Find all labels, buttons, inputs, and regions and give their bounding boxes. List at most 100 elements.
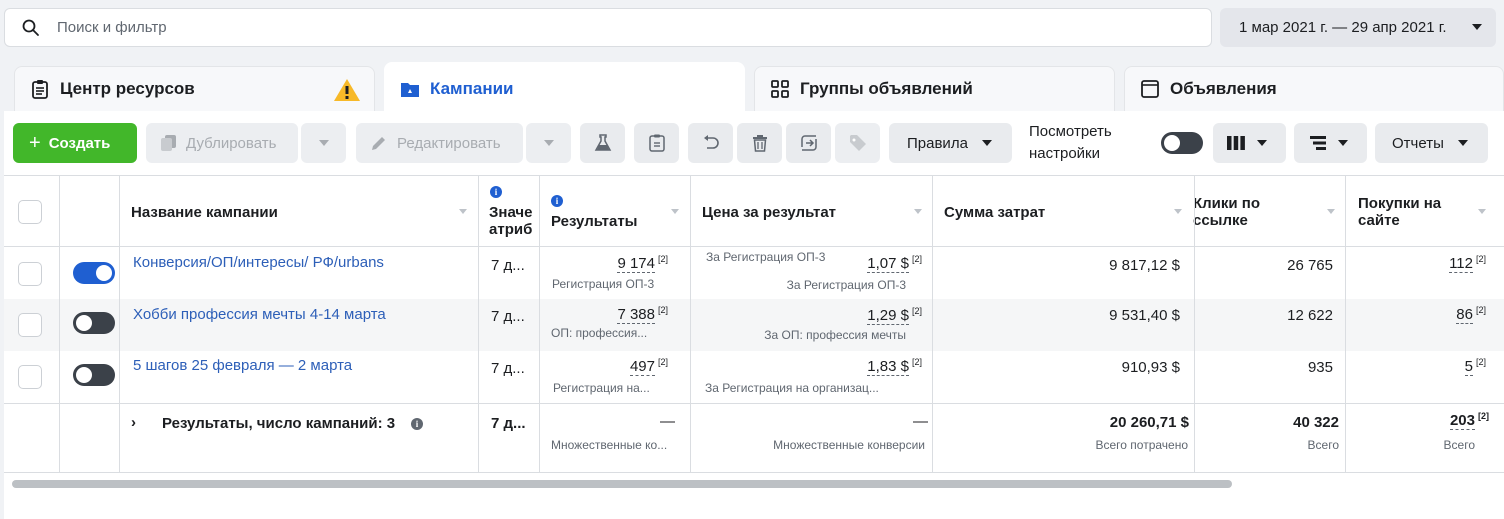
cost-per-result-type: За ОП: профессия мечты xyxy=(764,328,906,342)
summary-purchases[interactable]: 203 [2] xyxy=(1449,411,1489,430)
date-range-picker[interactable]: 1 мар 2021 г. — 29 апр 2021 г. xyxy=(1220,8,1496,47)
summary-link-clicks: 40 322 xyxy=(1293,414,1339,431)
edit-label: Редактировать xyxy=(397,134,501,152)
sort-icon[interactable] xyxy=(459,209,467,214)
breakdown-button[interactable] xyxy=(1294,123,1367,163)
select-all-checkbox[interactable] xyxy=(18,200,42,224)
clipboard-button[interactable] xyxy=(634,123,679,163)
info-icon[interactable]: i xyxy=(551,195,563,207)
purchases-value[interactable]: 86 [2] xyxy=(1456,305,1486,324)
sort-icon[interactable] xyxy=(914,209,922,214)
plus-icon: + xyxy=(29,132,41,154)
summary-amount-spent-sub: Всего потрачено xyxy=(1095,438,1188,452)
purchases-value[interactable]: 112 [2] xyxy=(1449,254,1486,273)
expand-icon[interactable]: › xyxy=(131,414,136,431)
purchases-value[interactable]: 5 [2] xyxy=(1464,357,1486,376)
transfer-button[interactable] xyxy=(786,123,831,163)
results-value[interactable]: 9 174 [2] xyxy=(617,254,668,273)
column-header-name[interactable]: Название кампании xyxy=(131,204,278,221)
row-checkbox[interactable] xyxy=(18,262,42,286)
warning-icon xyxy=(334,79,360,101)
campaign-name-link[interactable]: Хобби профессия мечты 4-14 марта xyxy=(133,306,386,323)
undo-icon xyxy=(703,135,719,149)
campaigns-panel: + Создать Дублировать Редактировать Прав… xyxy=(4,111,1504,519)
sort-icon[interactable] xyxy=(1327,209,1335,214)
delete-button[interactable] xyxy=(737,123,782,163)
summary-attribution: 7 д... xyxy=(491,415,526,432)
column-header-website-purchases[interactable]: Покупки на сайте xyxy=(1358,195,1441,229)
cost-per-result-value[interactable]: 1,29 $ [2] xyxy=(867,306,922,325)
column-header-attribution[interactable]: Значе атриб xyxy=(489,204,532,238)
results-value[interactable]: 497 [2] xyxy=(629,357,668,376)
edit-dropdown[interactable] xyxy=(526,123,571,163)
campaign-name-link[interactable]: Конверсия/ОП/интересы/ РФ/urbans xyxy=(133,254,384,271)
duplicate-label: Дублировать xyxy=(186,134,277,152)
attribution-value: 7 д... xyxy=(491,308,525,325)
swap-icon xyxy=(800,135,817,151)
campaign-toggle-off[interactable] xyxy=(73,364,115,386)
chevron-down-icon xyxy=(1257,140,1267,146)
breakdown-icon xyxy=(1310,136,1326,150)
campaign-toggle-off[interactable] xyxy=(73,312,115,334)
cost-per-result-value[interactable]: 1,07 $ [2] xyxy=(867,254,922,273)
cost-per-result-type: За Регистрация ОП-3 xyxy=(786,278,906,292)
info-icon[interactable]: i xyxy=(490,186,502,198)
reports-button[interactable]: Отчеты xyxy=(1375,123,1488,163)
column-header-cost-per-result[interactable]: Цена за результат xyxy=(702,204,836,221)
tab-label: Центр ресурсов xyxy=(60,79,195,98)
sort-icon[interactable] xyxy=(1174,209,1182,214)
table-row[interactable]: 5 шагов 25 февраля — 2 марта 7 д... 497[… xyxy=(4,351,1504,403)
tab-ad-sets[interactable]: Группы объявлений xyxy=(754,66,1115,112)
summary-purchases-sub: Всего xyxy=(1443,438,1475,452)
column-header-amount-spent[interactable]: Сумма затрат xyxy=(944,204,1045,221)
column-divider xyxy=(1194,175,1195,473)
tab-resource-center[interactable]: Центр ресурсов xyxy=(14,66,375,112)
column-divider xyxy=(478,175,479,473)
search-input[interactable] xyxy=(57,19,1157,36)
tab-label: Кампании xyxy=(430,79,514,98)
campaign-name-link[interactable]: 5 шагов 25 февраля — 2 марта xyxy=(133,357,352,374)
columns-button[interactable] xyxy=(1213,123,1286,163)
rules-button[interactable]: Правила xyxy=(889,123,1012,163)
sort-icon[interactable] xyxy=(1478,209,1486,214)
table-row[interactable]: Хобби профессия мечты 4-14 марта 7 д... … xyxy=(4,299,1504,351)
duplicate-dropdown[interactable] xyxy=(301,123,346,163)
chevron-down-icon xyxy=(1457,140,1468,146)
amount-spent-value: 910,93 $ xyxy=(1121,359,1180,376)
rules-label: Правила xyxy=(907,134,968,152)
column-header-results[interactable]: Результаты xyxy=(551,213,637,230)
cost-per-result-value[interactable]: 1,83 $ [2] xyxy=(867,357,922,376)
folder-icon xyxy=(401,83,419,97)
search-icon xyxy=(22,19,39,36)
summary-row: › Результаты, число кампаний: 3 i 7 д...… xyxy=(4,403,1504,473)
row-checkbox[interactable] xyxy=(18,365,42,389)
info-icon[interactable]: i xyxy=(411,418,423,430)
summary-link-clicks-sub: Всего xyxy=(1307,438,1339,452)
row-checkbox[interactable] xyxy=(18,313,42,337)
view-settings-toggle[interactable] xyxy=(1161,132,1203,154)
results-type: ОП: профессия... xyxy=(551,326,648,340)
sort-icon[interactable] xyxy=(671,209,679,214)
column-divider xyxy=(690,175,691,473)
search-bar[interactable] xyxy=(4,8,1212,47)
edit-button[interactable]: Редактировать xyxy=(356,123,523,163)
campaign-toggle-on[interactable] xyxy=(73,262,115,284)
link-clicks-value: 935 xyxy=(1307,359,1333,376)
horizontal-scrollbar[interactable] xyxy=(12,480,1232,488)
chevron-down-icon xyxy=(1338,140,1348,146)
tab-campaigns[interactable]: Кампании xyxy=(384,62,745,116)
table-header: Название кампании i Значе атриб i Резуль… xyxy=(4,175,1504,247)
create-button[interactable]: + Создать xyxy=(13,123,137,163)
ab-test-button[interactable] xyxy=(580,123,625,163)
table-row[interactable]: Конверсия/ОП/интересы/ РФ/urbans 7 д... … xyxy=(4,247,1504,299)
undo-button[interactable] xyxy=(688,123,733,163)
tag-button[interactable] xyxy=(835,123,880,163)
cost-per-result-top: За Регистрация ОП-3 xyxy=(706,250,826,264)
results-value[interactable]: 7 388 [2] xyxy=(617,305,668,324)
column-header-link-clicks[interactable]: Клики по ссылке xyxy=(1193,195,1260,229)
results-type: Регистрация ОП-3 xyxy=(552,277,655,291)
tab-ads[interactable]: Объявления xyxy=(1124,66,1504,112)
duplicate-button[interactable]: Дублировать xyxy=(146,123,298,163)
reports-label: Отчеты xyxy=(1392,134,1444,152)
cost-per-result-type: За Регистрация на организац... xyxy=(705,381,879,395)
